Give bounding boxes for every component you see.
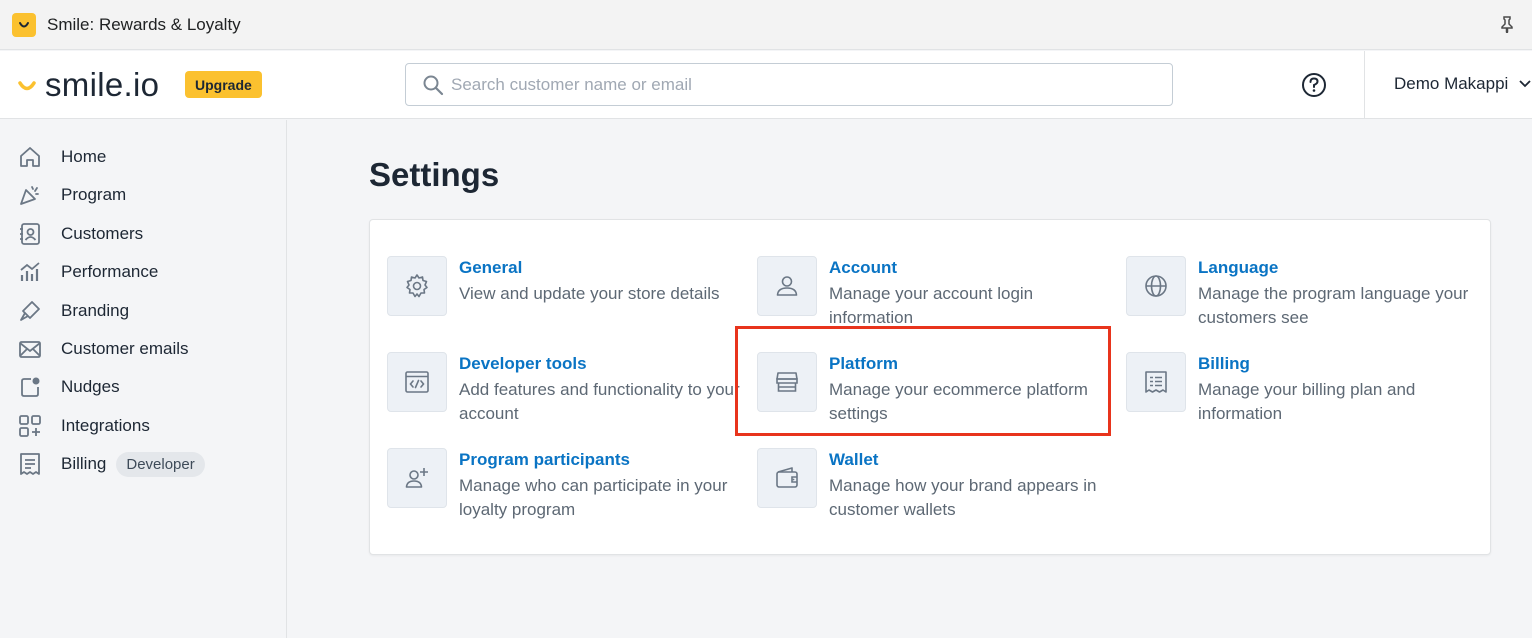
paint-icon — [17, 298, 43, 324]
user-divider — [1364, 51, 1365, 119]
settings-tile-general[interactable]: General View and update your store detai… — [387, 256, 747, 342]
logo-text: smile.io — [45, 66, 160, 103]
sidebar-item-label: Customers — [61, 224, 144, 243]
add-person-icon — [387, 448, 447, 508]
nudge-icon — [17, 374, 43, 400]
search-icon — [423, 75, 444, 95]
code-icon — [387, 352, 447, 412]
help-icon[interactable] — [1301, 72, 1327, 98]
tile-description: Manage how your brand appears in custome… — [829, 476, 1097, 519]
sidebar-item-branding[interactable]: Branding — [17, 296, 277, 326]
tile-description: Manage your billing plan and information — [1198, 380, 1416, 423]
settings-tile-account[interactable]: Account Manage your account login inform… — [757, 256, 1117, 342]
settings-tile-language[interactable]: Language Manage the program language you… — [1126, 256, 1486, 342]
contacts-icon — [17, 221, 43, 247]
sidebar-item-label: Integrations — [61, 416, 150, 435]
sidebar-item-program[interactable]: Program — [17, 180, 277, 210]
sidebar-item-billing[interactable]: Billing Developer — [17, 449, 277, 479]
settings-card: General View and update your store detai… — [369, 219, 1491, 555]
sidebar-item-home[interactable]: Home — [17, 142, 277, 172]
tile-title[interactable]: Account — [829, 258, 897, 278]
tile-description: Manage who can participate in your loyal… — [459, 476, 728, 519]
sidebar-item-label: Program — [61, 185, 127, 204]
home-icon — [17, 144, 43, 170]
settings-tile-platform[interactable]: Platform Manage your ecommerce platform … — [757, 352, 1117, 438]
plan-badge: Developer — [116, 451, 205, 477]
tile-title[interactable]: General — [459, 258, 522, 278]
receipt-icon — [1126, 352, 1186, 412]
sidebar-item-label: Billing — [61, 454, 107, 473]
search-input[interactable] — [451, 74, 1131, 95]
pin-icon[interactable] — [1498, 15, 1518, 35]
tile-description: Manage the program language your custome… — [1198, 284, 1469, 327]
app-title: Smile: Rewards & Loyalty — [47, 15, 241, 34]
page-title: Settings — [369, 156, 500, 193]
tile-description: Manage your ecommerce platform settings — [829, 380, 1088, 423]
store-icon — [757, 352, 817, 412]
tile-title[interactable]: Billing — [1198, 354, 1250, 374]
sidebar-item-label: Nudges — [61, 377, 120, 396]
app-bar: Smile: Rewards & Loyalty — [0, 0, 1532, 50]
wallet-icon — [757, 448, 817, 508]
person-icon — [757, 256, 817, 316]
tile-description: View and update your store details — [459, 284, 720, 303]
sidebar: Home Program Customers Performance Brand… — [0, 120, 287, 638]
chart-icon — [17, 259, 43, 285]
tile-description: Add features and functionality to your a… — [459, 380, 740, 423]
sidebar-item-nudges[interactable]: Nudges — [17, 372, 277, 402]
app-logo-icon — [12, 13, 36, 37]
header: smile.io Upgrade Demo Makappi — [0, 51, 1532, 119]
settings-tile-program-participants[interactable]: Program participants Manage who can part… — [387, 448, 747, 534]
sidebar-item-label: Customer emails — [61, 339, 189, 358]
tile-title[interactable]: Language — [1198, 258, 1278, 278]
tile-title[interactable]: Wallet — [829, 450, 878, 470]
tile-title[interactable]: Platform — [829, 354, 898, 374]
user-name: Demo Makappi — [1394, 74, 1509, 93]
receipt-icon — [17, 451, 43, 477]
search-box[interactable] — [405, 63, 1173, 106]
sidebar-item-label: Performance — [61, 262, 159, 281]
sidebar-item-label: Home — [61, 147, 107, 166]
sidebar-item-customer-emails[interactable]: Customer emails — [17, 334, 277, 364]
smile-mark-icon — [18, 81, 36, 91]
sidebar-item-customers[interactable]: Customers — [17, 219, 277, 249]
globe-icon — [1126, 256, 1186, 316]
settings-tile-billing[interactable]: Billing Manage your billing plan and inf… — [1126, 352, 1486, 438]
apps-icon — [17, 413, 43, 439]
tile-description: Manage your account login information — [829, 284, 1034, 327]
email-icon — [17, 336, 43, 362]
sidebar-item-integrations[interactable]: Integrations — [17, 411, 277, 441]
upgrade-button[interactable]: Upgrade — [185, 71, 262, 98]
gear-icon — [387, 256, 447, 316]
settings-tile-developer-tools[interactable]: Developer tools Add features and functio… — [387, 352, 747, 438]
tile-title[interactable]: Developer tools — [459, 354, 587, 374]
chevron-down-icon — [1519, 80, 1531, 88]
tile-title[interactable]: Program participants — [459, 450, 630, 470]
user-menu[interactable]: Demo Makappi — [1394, 74, 1532, 94]
party-icon — [17, 182, 43, 208]
smile-logo[interactable]: smile.io — [16, 66, 159, 104]
sidebar-item-label: Branding — [61, 301, 130, 320]
settings-tile-wallet[interactable]: Wallet Manage how your brand appears in … — [757, 448, 1117, 534]
sidebar-item-performance[interactable]: Performance — [17, 257, 277, 287]
